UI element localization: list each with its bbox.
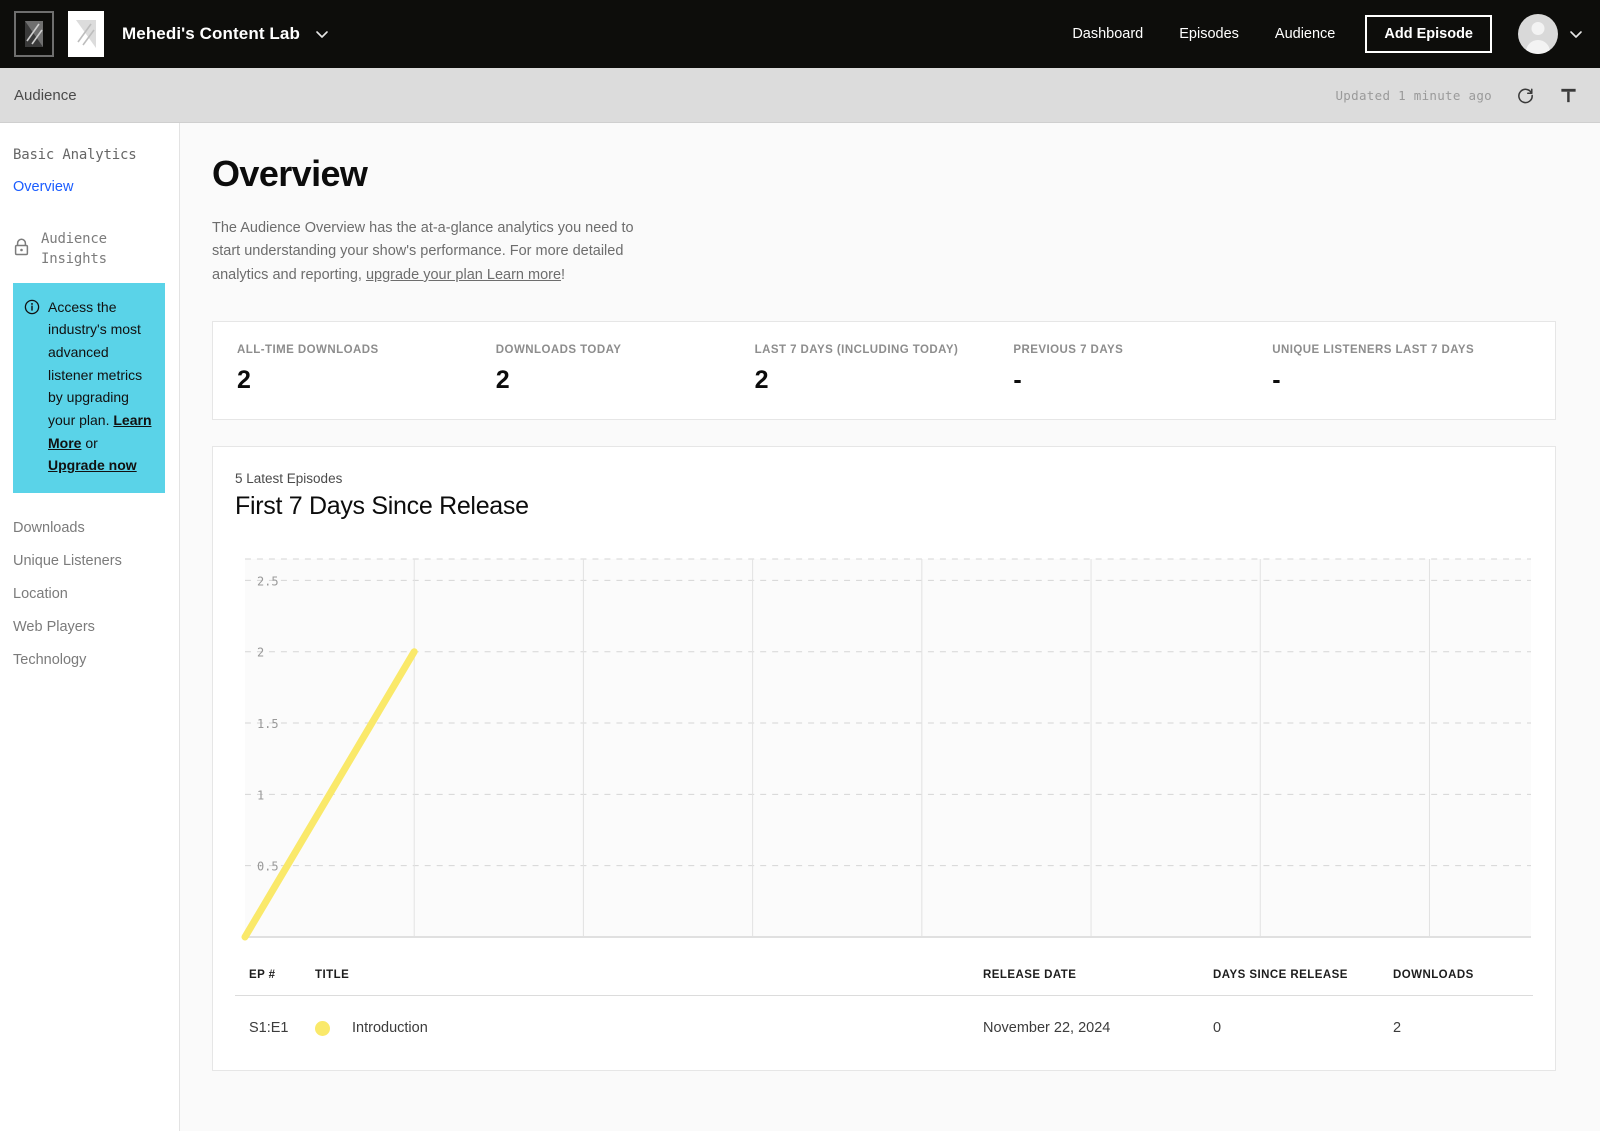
add-episode-button[interactable]: Add Episode [1365,15,1492,53]
sidebar-item-technology[interactable]: Technology [13,645,165,678]
upgrade-promo-text: Access the industry's most advanced list… [48,296,153,477]
nav-link-audience[interactable]: Audience [1257,26,1353,42]
lock-icon [13,237,30,262]
top-nav-links: Dashboard Episodes Audience Add Episode [1054,14,1584,54]
info-circle-icon [24,299,40,477]
show-name-label: Mehedi's Content Lab [122,24,300,43]
stat-label: LAST 7 DAYS (INCLUDING TODAY) [754,344,959,357]
sidebar-section-basic-analytics: Basic Analytics [13,147,137,163]
stat-value: - [1272,366,1281,395]
stat-label: DOWNLOADS TODAY [495,344,622,357]
column-header-release-date: RELEASE DATE [983,969,1213,997]
stat-value: 2 [237,366,251,395]
app-logo-icon[interactable] [14,11,54,57]
line-chart[interactable]: 0.511.522.51234567 [235,551,1533,951]
nav-link-episodes[interactable]: Episodes [1161,26,1257,42]
sidebar-item-downloads[interactable]: Downloads [13,513,165,546]
sidebar-item-unique-listeners[interactable]: Unique Listeners [13,546,165,579]
breadcrumb: Audience [14,86,77,104]
nav-link-dashboard[interactable]: Dashboard [1054,26,1161,42]
table-row[interactable]: S1:E1 Introduction November 22, 2024 0 2 [235,996,1533,1061]
column-header-title: TITLE [315,969,983,997]
stat-last-7-days: LAST 7 DAYS (INCLUDING TODAY) 2 [755,344,1014,395]
cell-days-since-release: 0 [1213,1020,1222,1037]
page-description: The Audience Overview has the at-a-glanc… [212,217,662,287]
chart-plot-area: 0.511.522.51234567 [235,551,1533,951]
collapse-panel-icon[interactable] [1559,86,1578,105]
column-header-days-since-release: DAYS SINCE RELEASE [1213,969,1393,997]
description-end: ! [561,266,566,283]
user-avatar-icon[interactable] [1518,14,1558,54]
svg-text:1.5: 1.5 [257,717,279,731]
toolbar-actions: Updated 1 minute ago [1335,86,1578,105]
page-body: Basic Analytics Overview Audience Insigh… [0,123,1600,1131]
series-color-dot [315,1020,330,1036]
refresh-icon[interactable] [1516,86,1535,105]
svg-text:2: 2 [257,646,264,660]
sidebar-item-web-players[interactable]: Web Players [13,612,165,645]
upgrade-now-link[interactable]: Upgrade now [48,457,137,473]
section-toolbar: Audience Updated 1 minute ago [0,68,1600,123]
cell-downloads: 2 [1393,1020,1402,1037]
cell-title: Introduction [315,996,983,1061]
table-header-row: EP # TITLE RELEASE DATE DAYS SINCE RELEA… [235,969,1533,997]
stat-label: ALL-TIME DOWNLOADS [237,344,379,357]
svg-text:1: 1 [257,789,264,803]
chevron-down-icon[interactable] [1568,26,1584,42]
stat-downloads-today: DOWNLOADS TODAY 2 [496,344,755,395]
summary-stats-card: ALL-TIME DOWNLOADS 2 DOWNLOADS TODAY 2 L… [212,321,1556,421]
cell-ep-number: S1:E1 [249,1020,289,1037]
top-navigation-bar: Mehedi's Content Lab Dashboard Episodes … [0,0,1600,68]
page-title: Overview [212,153,368,194]
svg-text:0.5: 0.5 [257,860,279,874]
sidebar-item-location[interactable]: Location [13,579,165,612]
stat-value: - [1013,366,1022,395]
sidebar-section-audience-insights: Audience Insights [13,229,165,270]
upgrade-promo-card: Access the industry's most advanced list… [13,282,165,493]
chart-subtitle: 5 Latest Episodes [235,471,343,487]
stat-value: 2 [754,366,769,395]
stat-all-time-downloads: ALL-TIME DOWNLOADS 2 [237,344,496,395]
chart-title: First 7 Days Since Release [235,492,529,521]
stat-unique-listeners-last-7-days: UNIQUE LISTENERS LAST 7 DAYS - [1272,344,1531,395]
column-header-downloads: DOWNLOADS [1393,969,1533,997]
show-artwork-icon[interactable] [68,11,104,57]
sidebar-item-overview[interactable]: Overview [13,179,165,195]
episode-title-label: Introduction [352,1020,428,1037]
episodes-table: EP # TITLE RELEASE DATE DAYS SINCE RELEA… [235,969,1533,1060]
stat-label: PREVIOUS 7 DAYS [1013,344,1124,357]
stat-label: UNIQUE LISTENERS LAST 7 DAYS [1272,344,1475,357]
account-menu[interactable] [1518,14,1584,54]
promo-or: or [81,434,98,451]
stat-previous-7-days: PREVIOUS 7 DAYS - [1013,344,1272,395]
sidebar-locked-label: Audience Insights [41,231,107,268]
main-content: Overview The Audience Overview has the a… [180,123,1600,1131]
column-header-ep: EP # [235,969,315,997]
stat-value: 2 [495,366,510,395]
analytics-sidebar: Basic Analytics Overview Audience Insigh… [0,123,180,1131]
upgrade-plan-link[interactable]: upgrade your plan Learn more [366,267,561,283]
last-updated-label: Updated 1 minute ago [1335,87,1492,103]
first-7-days-chart-card: 5 Latest Episodes First 7 Days Since Rel… [212,446,1556,1072]
promo-body: Access the industry's most advanced list… [48,298,143,428]
cell-release-date: November 22, 2024 [983,1020,1111,1037]
chevron-down-icon[interactable] [314,26,330,42]
svg-text:2.5: 2.5 [257,575,279,589]
